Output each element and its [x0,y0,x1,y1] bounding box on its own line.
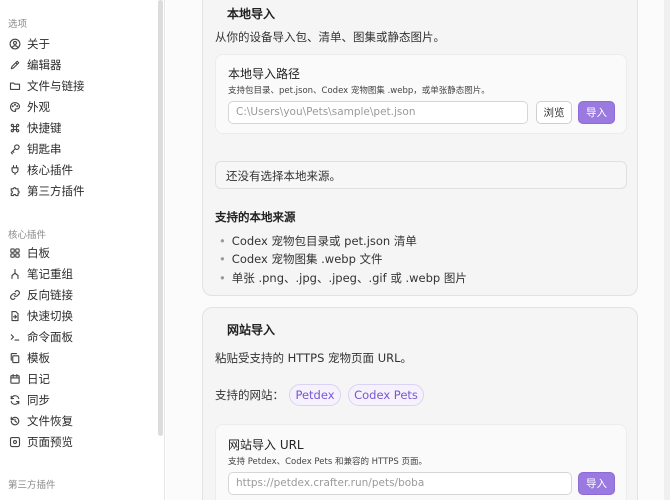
main-scrollbar[interactable] [664,0,670,500]
section-title-third-party: 第三方插件 [8,480,56,491]
sidebar-item-command-palette[interactable]: 命令面板 [8,327,153,347]
sync-icon [8,394,21,407]
settings-sidebar: 选项 关于 编辑器 文件与链接 外观 快捷键 钥匙串 核心插件 第三方插件 核心… [0,0,165,500]
sidebar-item-label: 编辑器 [27,58,62,72]
web-import-description: 粘贴受支持的 HTTPS 宠物页面 URL。 [215,351,413,365]
web-import-button[interactable]: 导入 [578,472,615,495]
sidebar-item-label: 快捷键 [27,121,62,135]
sidebar-item-label: 同步 [27,393,50,407]
supported-local-item: Codex 宠物包目录或 pet.json 清单 [219,233,417,249]
file-switch-icon [8,310,21,323]
user-circle-icon [8,38,21,51]
sidebar-item-label: 日记 [27,372,50,386]
sidebar-item-label: 文件与链接 [27,79,85,93]
sidebar-item-label: 白板 [27,246,50,260]
local-import-card: 本地导入 从你的设备导入包、清单、图集或静态图片。 本地导入路径 支持包目录、p… [202,0,638,296]
puzzle-icon [8,185,21,198]
sidebar-item-label: 核心插件 [27,163,73,177]
web-url-input[interactable]: https://petdex.crafter.run/pets/boba [228,472,572,495]
command-icon [8,122,21,135]
merge-icon [8,268,21,281]
local-path-panel: 本地导入路径 支持包目录、pet.json、Codex 宠物图集 .webp，或… [215,54,627,134]
supported-local-item: 单张 .png、.jpg、.jpeg、.gif 或 .webp 图片 [219,270,467,286]
sidebar-item-label: 笔记重组 [27,267,73,281]
sidebar-item-hotkeys[interactable]: 快捷键 [8,118,153,138]
preview-icon [8,436,21,449]
copy-icon [8,352,21,365]
main-content: 本地导入 从你的设备导入包、清单、图集或静态图片。 本地导入路径 支持包目录、p… [166,0,670,500]
sidebar-item-label: 命令面板 [27,330,73,344]
site-chip-codex-pets[interactable]: Codex Pets [348,384,424,406]
sidebar-item-label: 关于 [27,37,50,51]
sidebar-item-label: 文件恢复 [27,414,73,428]
web-import-card: 网站导入 粘贴受支持的 HTTPS 宠物页面 URL。 支持的网站： Petde… [202,307,638,500]
web-import-title: 网站导入 [227,323,276,337]
sidebar-item-label: 快速切换 [27,309,73,323]
history-icon [8,415,21,428]
calendar-icon [8,373,21,386]
plug-icon [8,164,21,177]
key-icon [8,143,21,156]
sidebar-item-editor[interactable]: 编辑器 [8,55,153,75]
sidebar-item-core-plugins[interactable]: 核心插件 [8,160,153,180]
sidebar-item-label: 外观 [27,100,50,114]
sidebar-item-sync[interactable]: 同步 [8,390,153,410]
terminal-icon [8,331,21,344]
local-import-title: 本地导入 [227,7,276,21]
supported-sites-label: 支持的网站： [215,388,284,402]
local-path-label: 本地导入路径 [228,67,301,81]
sidebar-item-label: 第三方插件 [27,184,85,198]
link-icon [8,289,21,302]
web-url-label: 网站导入 URL [228,438,304,452]
sidebar-item-label: 钥匙串 [27,142,62,156]
section-title-options: 选项 [8,19,28,30]
sidebar-item-page-preview[interactable]: 页面预览 [8,432,153,452]
supported-local-item: Codex 宠物图集 .webp 文件 [219,251,383,267]
sidebar-item-file-recovery[interactable]: 文件恢复 [8,411,153,431]
sidebar-item-templates[interactable]: 模板 [8,348,153,368]
local-status-box: 还没有选择本地来源。 [215,161,627,189]
sidebar-item-third-party-plugins[interactable]: 第三方插件 [8,181,153,201]
local-path-sublabel: 支持包目录、pet.json、Codex 宠物图集 .webp，或单张静态图片。 [228,86,490,96]
sidebar-item-about[interactable]: 关于 [8,34,153,54]
sidebar-item-canvas[interactable]: 白板 [8,243,153,263]
web-url-panel: 网站导入 URL 支持 Petdex、Codex Pets 和兼容的 HTTPS… [215,424,627,500]
section-title-core: 核心插件 [8,230,47,241]
sidebar-item-files-links[interactable]: 文件与链接 [8,76,153,96]
folder-icon [8,80,21,93]
sidebar-item-daily-notes[interactable]: 日记 [8,369,153,389]
site-chip-petdex[interactable]: Petdex [289,384,341,406]
sidebar-item-quick-switcher[interactable]: 快速切换 [8,306,153,326]
sidebar-item-label: 页面预览 [27,435,73,449]
sidebar-item-keychain[interactable]: 钥匙串 [8,139,153,159]
local-path-input[interactable]: C:\Users\you\Pets\sample\pet.json [228,101,528,124]
local-import-description: 从你的设备导入包、清单、图集或静态图片。 [215,30,445,44]
supported-local-title: 支持的本地来源 [215,210,296,224]
sidebar-item-appearance[interactable]: 外观 [8,97,153,117]
palette-icon [8,101,21,114]
pencil-icon [8,59,21,72]
sidebar-item-label: 反向链接 [27,288,73,302]
sidebar-scrollbar[interactable] [158,0,163,436]
local-import-button[interactable]: 导入 [578,101,615,124]
web-url-sublabel: 支持 Petdex、Codex Pets 和兼容的 HTTPS 页面。 [228,457,428,467]
grid-icon [8,247,21,260]
sidebar-item-backlinks[interactable]: 反向链接 [8,285,153,305]
sidebar-item-note-composer[interactable]: 笔记重组 [8,264,153,284]
browse-button[interactable]: 浏览 [536,101,572,124]
sidebar-item-label: 模板 [27,351,50,365]
